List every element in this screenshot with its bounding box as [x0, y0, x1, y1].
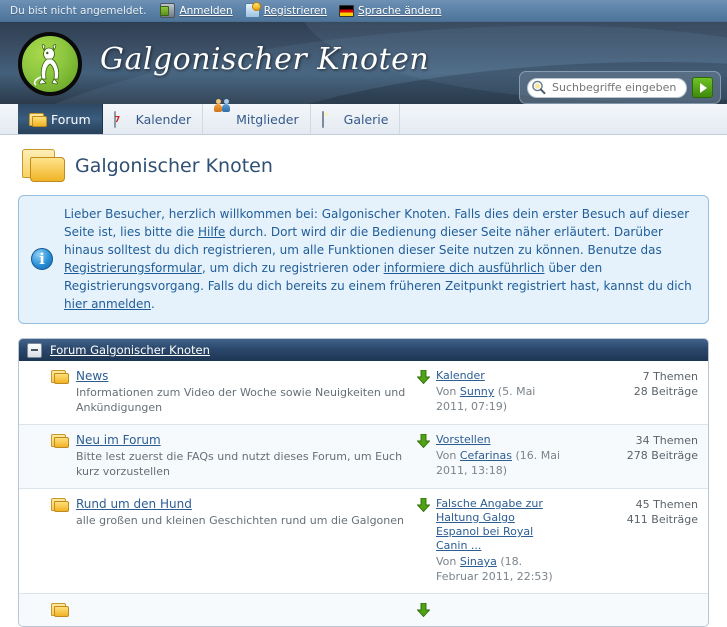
table-row: Neu im Forum Bitte lest zuerst die FAQs … — [19, 425, 708, 489]
green-down-arrow-icon[interactable] — [417, 434, 430, 448]
site-banner: Galgonischer Knoten — [0, 22, 727, 104]
login-link[interactable]: Anmelden — [160, 3, 233, 18]
top-user-bar: Du bist nicht angemeldet. Anmelden Regis… — [0, 0, 727, 22]
last-post-cell — [417, 602, 592, 617]
tab-forum[interactable]: Forum — [18, 104, 103, 134]
login-here-link[interactable]: hier anmelden — [64, 297, 151, 311]
forum-cell: Neu im Forum Bitte lest zuerst die FAQs … — [25, 433, 417, 479]
last-post-meta: Von Sinaya (18. Februar 2011, 22:53) — [436, 554, 561, 584]
forum-description: Informationen zum Video der Woche sowie … — [76, 386, 406, 414]
register-link-label: Registrieren — [263, 4, 328, 17]
last-post-meta: Von Sunny (5. Mai 2011, 07:19) — [436, 384, 561, 414]
galgo-dog-logo — [33, 44, 60, 86]
welcome-notice-text: Lieber Besucher, herzlich willkommen bei… — [64, 205, 696, 313]
topic-count: 45 Themen — [635, 498, 698, 511]
magnifier-icon — [530, 79, 547, 96]
last-post-cell: Kalender Von Sunny (5. Mai 2011, 07:19) — [417, 369, 592, 415]
login-status-text: Du bist nicht angemeldet. — [10, 4, 147, 17]
calendar-icon: 7 — [113, 110, 131, 128]
last-post-cell: Vorstellen Von Cefarinas (16. Mai 2011, … — [417, 433, 592, 479]
folder-icon — [51, 433, 69, 448]
info-icon: i — [31, 248, 53, 270]
stats-cell: 7 Themen 28 Beiträge — [592, 369, 702, 415]
folder-icon — [51, 369, 69, 384]
more-info-link[interactable]: informiere dich ausführlich — [384, 261, 545, 275]
welcome-notice: i Lieber Besucher, herzlich willkommen b… — [18, 195, 709, 324]
stats-cell: 45 Themen 411 Beiträge — [592, 497, 702, 584]
last-post-cell: Falsche Angabe zur Haltung Galgo Espanol… — [417, 497, 592, 584]
image-icon — [321, 110, 339, 128]
tab-galerie-label: Galerie — [343, 111, 389, 127]
site-logo[interactable] — [18, 32, 82, 96]
login-link-label: Anmelden — [179, 4, 233, 17]
search-box — [519, 71, 721, 104]
last-post-by-prefix: Von — [436, 385, 460, 398]
notice-seg-4: , um dich zu registrieren oder — [201, 261, 384, 275]
stats-cell — [592, 602, 702, 617]
tab-galerie[interactable]: Galerie — [311, 104, 401, 134]
green-down-arrow-icon[interactable] — [417, 498, 430, 512]
board-header: Forum Galgonischer Knoten — [19, 339, 708, 361]
last-post-author-link[interactable]: Sinaya — [460, 555, 497, 568]
last-post-author-link[interactable]: Cefarinas — [460, 449, 512, 462]
stats-cell: 34 Themen 278 Beiträge — [592, 433, 702, 479]
last-post-link[interactable]: Kalender — [436, 369, 485, 383]
main-content: Galgonischer Knoten i Lieber Besucher, h… — [0, 135, 727, 627]
green-down-arrow-icon[interactable] — [417, 370, 430, 384]
board-header-title[interactable]: Forum Galgonischer Knoten — [50, 343, 210, 357]
tab-kalender[interactable]: 7 Kalender — [103, 104, 204, 134]
forum-link[interactable]: Rund um den Hund — [76, 497, 192, 511]
forum-link[interactable]: Neu im Forum — [76, 433, 161, 447]
forum-description: Bitte lest zuerst die FAQs und nutzt die… — [76, 450, 403, 478]
table-row: News Informationen zum Video der Woche s… — [19, 361, 708, 425]
tab-mitglieder-label: Mitglieder — [236, 111, 299, 127]
folder-icon — [29, 112, 47, 127]
post-count: 28 Beiträge — [633, 385, 698, 398]
last-post-by-prefix: Von — [436, 555, 460, 568]
search-submit-button[interactable] — [692, 77, 713, 98]
post-count: 278 Beiträge — [626, 449, 698, 462]
forum-cell: Rund um den Hund alle großen und kleinen… — [25, 497, 417, 584]
last-post-by-prefix: Von — [436, 449, 460, 462]
forum-cell: News Informationen zum Video der Woche s… — [25, 369, 417, 415]
site-title: Galgonischer Knoten — [100, 42, 430, 77]
topic-count: 7 Themen — [642, 370, 698, 383]
users-icon — [214, 98, 231, 127]
search-field-wrapper[interactable] — [527, 77, 687, 98]
register-icon — [244, 2, 261, 18]
tab-mitglieder[interactable]: Mitglieder — [203, 98, 311, 134]
login-icon — [160, 3, 176, 18]
minus-icon[interactable] — [27, 342, 42, 358]
last-post-author-link[interactable]: Sunny — [460, 385, 494, 398]
change-language-link[interactable]: Sprache ändern — [339, 4, 442, 17]
folder-icon — [51, 602, 69, 617]
post-count: 411 Beiträge — [626, 513, 698, 526]
table-row — [19, 594, 708, 626]
green-down-arrow-icon[interactable] — [417, 603, 430, 617]
help-link[interactable]: Hilfe — [198, 225, 225, 239]
last-post-meta: Von Cefarinas (16. Mai 2011, 13:18) — [436, 448, 561, 478]
forum-link[interactable]: News — [76, 369, 108, 383]
main-navigation-tabs: Forum 7 Kalender Mitglieder Galerie — [0, 98, 727, 135]
last-post-link[interactable]: Vorstellen — [436, 433, 491, 447]
change-language-label: Sprache ändern — [358, 4, 442, 17]
open-folders-icon — [22, 147, 65, 185]
folder-icon — [51, 497, 69, 512]
forum-cell — [25, 602, 417, 617]
table-row: Rund um den Hund alle großen und kleinen… — [19, 489, 708, 594]
forum-board: Forum Galgonischer Knoten News Informati… — [18, 338, 709, 627]
register-link[interactable]: Registrieren — [244, 2, 328, 18]
tab-kalender-label: Kalender — [135, 111, 192, 127]
notice-seg-8: . — [151, 297, 155, 311]
page-title: Galgonischer Knoten — [75, 155, 273, 177]
page-header: Galgonischer Knoten — [18, 135, 709, 195]
registration-form-link[interactable]: Registrierungsformular — [64, 261, 202, 275]
tab-forum-label: Forum — [51, 111, 91, 127]
topic-count: 34 Themen — [635, 434, 698, 447]
forum-description: alle großen und kleinen Geschichten rund… — [76, 514, 404, 527]
search-input[interactable] — [550, 80, 680, 95]
german-flag-icon — [339, 4, 355, 17]
